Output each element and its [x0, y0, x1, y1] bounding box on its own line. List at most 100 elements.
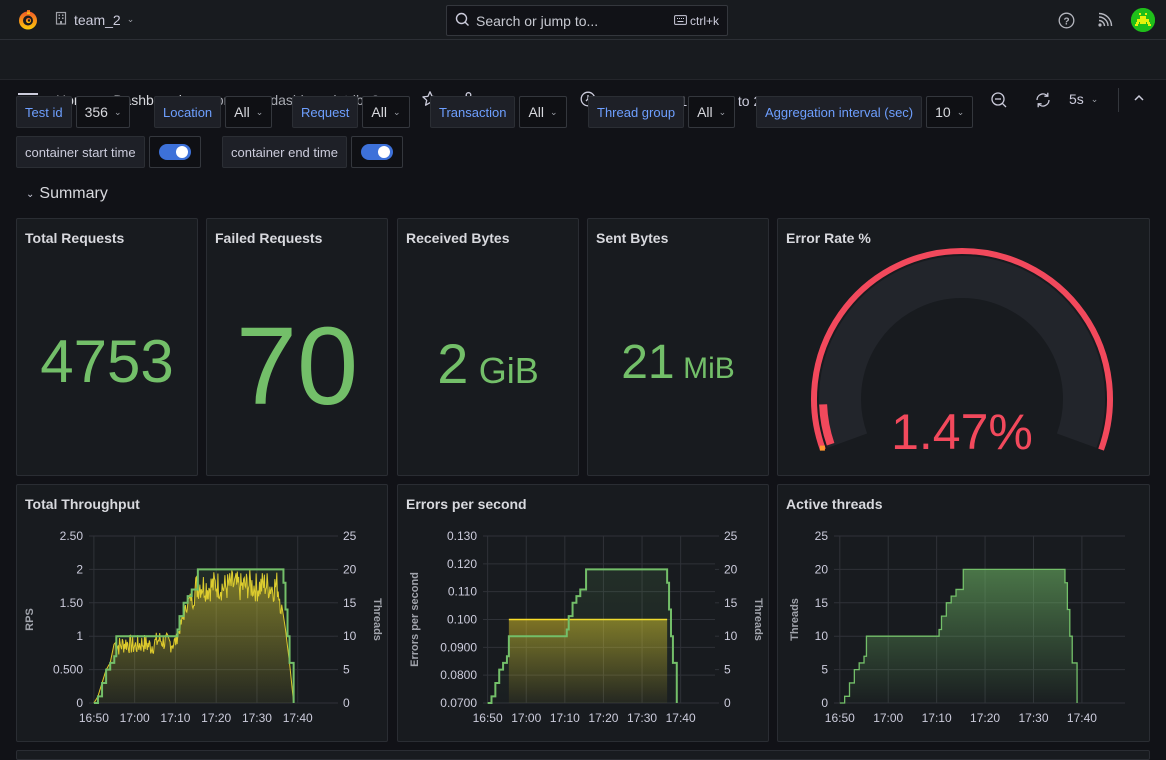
y-tick-label: 0 — [76, 696, 83, 710]
stat-value: 4753 — [40, 328, 174, 395]
refresh-icon[interactable] — [1034, 91, 1052, 109]
panel-failed-requests[interactable]: Failed Requests 70 — [206, 218, 388, 476]
variable-select[interactable]: 10 ⌄ — [926, 96, 974, 128]
zoom-out-icon[interactable] — [990, 91, 1008, 109]
y-tick-label: 2.50 — [60, 529, 84, 543]
toggle-label: container start time — [16, 136, 145, 168]
grafana-logo-icon[interactable] — [16, 8, 40, 32]
x-tick-label: 17:20 — [588, 711, 618, 725]
chevron-up-icon[interactable] — [1133, 92, 1145, 104]
variable-label: Request — [292, 96, 359, 128]
y2-axis-label: Threads — [371, 598, 383, 641]
toggle-container-end-time: container end time — [222, 136, 403, 168]
x-tick-label: 17:20 — [970, 711, 1000, 725]
x-tick-label: 16:50 — [473, 711, 503, 725]
total-throughput-chart: 0 0.500 1 1.50 2 2.50 0 5 10 15 20 25 Threads 16:50 17… — [24, 529, 383, 725]
stat-value: 70 — [235, 305, 359, 428]
search-placeholder: Search or jump to... — [476, 12, 599, 29]
variable-transaction: Transaction All ⌄ — [430, 96, 567, 128]
y-axis-label: Threads — [789, 598, 801, 641]
x-tick-label: 17:20 — [201, 711, 231, 725]
panel-active-threads[interactable]: Active threads 0 5 10 15 20 25 16:50 17:00 17:10… — [777, 484, 1150, 742]
toggle-switch[interactable] — [360, 144, 393, 160]
y-tick-label: 25 — [815, 529, 829, 543]
x-tick-label: 17:30 — [242, 711, 272, 725]
refresh-interval-picker[interactable]: 5s ⌄ — [1069, 91, 1098, 107]
variable-select[interactable]: 356 ⌄ — [75, 96, 131, 128]
y2-tick-label: 25 — [343, 529, 357, 543]
svg-text:?: ? — [1063, 16, 1069, 27]
variable-select[interactable]: All ⌄ — [225, 96, 273, 128]
variable-label: Test id — [16, 96, 72, 128]
y-tick-label: 0.110 — [448, 585, 477, 599]
user-avatar-icon[interactable] — [1131, 8, 1155, 32]
y2-tick-label: 20 — [724, 562, 738, 576]
panel-sent-bytes[interactable]: Sent Bytes 21 MiB — [587, 218, 769, 476]
y-tick-label: 0.500 — [53, 663, 83, 677]
chevron-down-icon: ⌄ — [113, 106, 122, 117]
variable-value: All — [234, 104, 250, 120]
y-tick-label: 15 — [815, 596, 829, 610]
stat-value: 2 — [437, 332, 469, 395]
panel-received-bytes[interactable]: Received Bytes 2 GiB — [397, 218, 579, 476]
gauge-value: 1.47% — [891, 404, 1033, 460]
panel-total-throughput[interactable]: Total Throughput 0 0.500 1 1.50 2 2.50 0 5 10 15 2… — [16, 484, 388, 742]
keyboard-shortcut: ctrl+k — [674, 14, 719, 28]
variable-test-id: Test id 356 ⌄ — [16, 96, 131, 128]
variable-value: All — [697, 104, 713, 120]
panel-error-rate[interactable]: Error Rate % 1.47% — [777, 218, 1150, 476]
stat-unit: MiB — [683, 352, 735, 385]
toggle-switch-container[interactable] — [350, 136, 403, 168]
variable-value: 356 — [84, 104, 108, 120]
gauge-chart: 1.47% — [811, 248, 1113, 460]
variable-label: Aggregation interval (sec) — [756, 96, 923, 128]
variable-request: Request All ⌄ — [292, 96, 410, 128]
panel-title: Received Bytes — [406, 230, 510, 246]
variable-select[interactable]: All ⌄ — [362, 96, 410, 128]
y2-axis-label: Threads — [752, 598, 764, 641]
panel-errors-per-second[interactable]: Errors per second 0.0700 0.0800 0.0900 0.10… — [397, 484, 769, 742]
y2-tick-label: 5 — [343, 663, 350, 677]
gauge-threshold-marker — [819, 445, 825, 451]
x-tick-label: 17:10 — [160, 711, 190, 725]
y2-tick-label: 10 — [343, 629, 357, 643]
x-tick-label: 17:40 — [283, 711, 313, 725]
variable-select[interactable]: All ⌄ — [688, 96, 736, 128]
y-tick-label: 1.50 — [60, 596, 84, 610]
stat-value-wrapper: 21 MiB — [588, 335, 768, 390]
y2-tick-label: 15 — [724, 596, 738, 610]
chevron-down-icon: ⌄ — [1090, 93, 1099, 104]
variable-value: All — [528, 104, 544, 120]
chevron-down-icon: ⌄ — [126, 14, 135, 24]
y-tick-label: 20 — [815, 562, 829, 576]
y2-tick-label: 20 — [343, 562, 357, 576]
toggle-switch[interactable] — [158, 144, 191, 160]
toggle-switch-container[interactable] — [148, 136, 201, 168]
chevron-down-icon: ⌄ — [718, 106, 727, 117]
variable-thread-group: Thread group All ⌄ — [588, 96, 736, 128]
stat-value: 21 — [621, 336, 675, 389]
keyboard-icon — [674, 14, 687, 28]
search-input[interactable]: Search or jump to... ctrl+k — [446, 5, 728, 36]
org-name: team_2 — [74, 11, 121, 28]
help-icon[interactable]: ? — [1056, 10, 1076, 30]
y2-tick-label: 0 — [343, 696, 350, 710]
panel-title: Sent Bytes — [596, 230, 669, 246]
y-tick-label: 0.0900 — [440, 640, 477, 654]
news-rss-icon[interactable] — [1095, 10, 1115, 30]
variable-value: All — [371, 104, 387, 120]
search-icon — [455, 12, 470, 30]
y-tick-label: 0.0700 — [440, 696, 477, 710]
row-summary-header[interactable]: ⌄ Summary — [26, 185, 108, 203]
errors-per-second-chart: 0.0700 0.0800 0.0900 0.100 0.110 0.120 0.130 0 5… — [409, 529, 764, 725]
org-building-icon — [54, 11, 68, 28]
dashboard-nav-bar: Home › Dashboards › common_dashboard_tdb… — [0, 40, 1166, 112]
org-switcher[interactable]: team_2 ⌄ — [54, 11, 134, 28]
panel-total-requests[interactable]: Total Requests 4753 — [16, 218, 198, 476]
refresh-interval-value: 5s — [1069, 91, 1084, 107]
stat-value-wrapper: 2 GiB — [398, 331, 578, 396]
variable-value: 10 — [935, 104, 951, 120]
x-tick-label: 16:50 — [79, 711, 109, 725]
x-tick-label: 17:30 — [627, 711, 657, 725]
variable-select[interactable]: All ⌄ — [519, 96, 567, 128]
